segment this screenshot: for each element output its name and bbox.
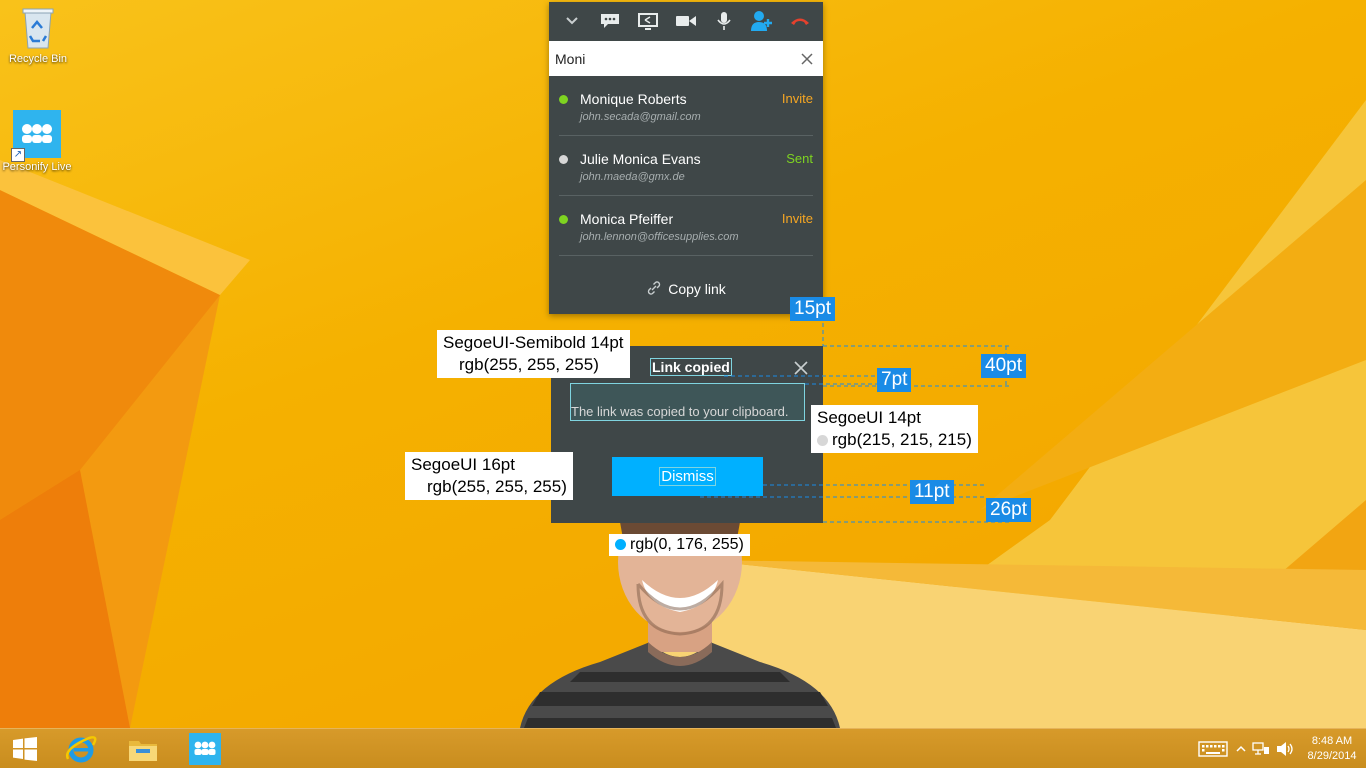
contact-name: Monica Pfeiffer <box>580 211 674 227</box>
taskbar-clock[interactable]: 8:48 AM 8/29/2014 <box>1298 729 1366 768</box>
windows-start-icon[interactable] <box>0 729 50 768</box>
show-hidden-icons-chevron[interactable] <box>1232 729 1250 768</box>
measurement-label: 26pt <box>986 498 1031 522</box>
personify-live-shortcut[interactable]: ↗ Personify Live <box>2 110 72 174</box>
contact-search-input[interactable] <box>555 50 797 67</box>
personify-live-icon[interactable] <box>176 729 234 768</box>
contact-row: Monique Roberts john.secada@gmail.com In… <box>559 76 813 136</box>
keyboard-icon[interactable] <box>1194 729 1232 768</box>
clock-date: 8/29/2014 <box>1307 750 1357 762</box>
link-icon <box>646 280 662 299</box>
online-status-icon <box>559 215 568 224</box>
invite-button[interactable]: Invite <box>782 211 813 226</box>
clock-time: 8:48 AM <box>1311 735 1353 747</box>
microphone-icon[interactable] <box>709 6 739 36</box>
recycle-bin-label: Recycle Bin <box>8 53 68 65</box>
button-font-annotation: SegoeUI 16pt rgb(255, 255, 255) <box>405 452 573 500</box>
recycle-bin-shortcut[interactable]: Recycle Bin <box>3 6 73 66</box>
dismiss-label: Dismiss <box>659 467 716 486</box>
contact-search-bar <box>549 41 823 76</box>
contact-row: Julie Monica Evans john.maeda@gmx.de Sen… <box>559 136 813 196</box>
system-tray: 8:48 AM 8/29/2014 <box>1194 729 1366 768</box>
add-participant-icon[interactable] <box>747 6 777 36</box>
color-swatch <box>817 435 828 447</box>
annotation-font: SegoeUI-Semibold 14pt <box>443 333 624 352</box>
dialog-message: The link was copied to your clipboard. <box>570 383 805 421</box>
call-toolbar <box>549 2 823 40</box>
copy-link-label: Copy link <box>668 281 726 297</box>
file-explorer-icon[interactable] <box>114 729 172 768</box>
annotation-color: rgb(0, 176, 255) <box>630 536 744 553</box>
measurement-label: 40pt <box>981 354 1026 378</box>
contact-row: Monica Pfeiffer john.lennon@officesuppli… <box>559 196 813 256</box>
network-icon[interactable] <box>1250 729 1272 768</box>
call-panel: Monique Roberts john.secada@gmail.com In… <box>549 2 823 314</box>
offline-status-icon <box>559 155 568 164</box>
clear-search-icon[interactable] <box>797 49 817 69</box>
screen-share-icon[interactable] <box>633 6 663 36</box>
message-font-annotation: SegoeUI 14pt rgb(215, 215, 215) <box>811 405 978 453</box>
annotation-font: SegoeUI 16pt <box>411 455 515 474</box>
measurement-label: 15pt <box>790 297 835 321</box>
hang-up-icon[interactable] <box>785 6 815 36</box>
internet-explorer-icon[interactable] <box>52 729 110 768</box>
contact-name: Julie Monica Evans <box>580 151 701 167</box>
title-font-annotation: SegoeUI-Semibold 14pt rgb(255, 255, 255) <box>437 330 630 378</box>
dialog-title: Link copied <box>650 358 732 376</box>
contact-name: Monique Roberts <box>580 91 687 107</box>
copy-link-button[interactable]: Copy link <box>549 272 823 306</box>
invite-sent-label: Sent <box>786 151 813 166</box>
volume-icon[interactable] <box>1272 729 1298 768</box>
invite-button[interactable]: Invite <box>782 91 813 106</box>
online-status-icon <box>559 95 568 104</box>
contact-email: john.secada@gmail.com <box>580 111 701 123</box>
annotation-color: rgb(255, 255, 255) <box>459 355 599 374</box>
close-icon[interactable] <box>792 359 810 377</box>
shortcut-arrow-icon: ↗ <box>11 148 25 162</box>
annotation-font: SegoeUI 14pt <box>817 408 921 427</box>
measurement-label: 7pt <box>877 368 912 392</box>
button-color-annotation: rgb(0, 176, 255) <box>609 534 750 556</box>
annotation-color: rgb(255, 255, 255) <box>427 477 567 496</box>
contact-list: Monique Roberts john.secada@gmail.com In… <box>549 76 823 256</box>
contact-email: john.maeda@gmx.de <box>580 171 685 183</box>
personify-live-icon: ↗ <box>11 110 61 162</box>
chat-icon[interactable] <box>595 6 625 36</box>
taskbar: 8:48 AM 8/29/2014 <box>0 728 1366 768</box>
annotation-color: rgb(215, 215, 215) <box>832 430 972 449</box>
contact-email: john.lennon@officesupplies.com <box>580 231 739 243</box>
personify-live-label: Personify Live <box>2 161 72 173</box>
color-swatch <box>615 539 626 551</box>
recycle-bin-icon <box>21 6 55 50</box>
measurement-label: 11pt <box>910 480 954 504</box>
collapse-chevron-icon[interactable] <box>557 6 587 36</box>
dismiss-button[interactable]: Dismiss <box>612 457 763 496</box>
video-camera-icon[interactable] <box>671 6 701 36</box>
